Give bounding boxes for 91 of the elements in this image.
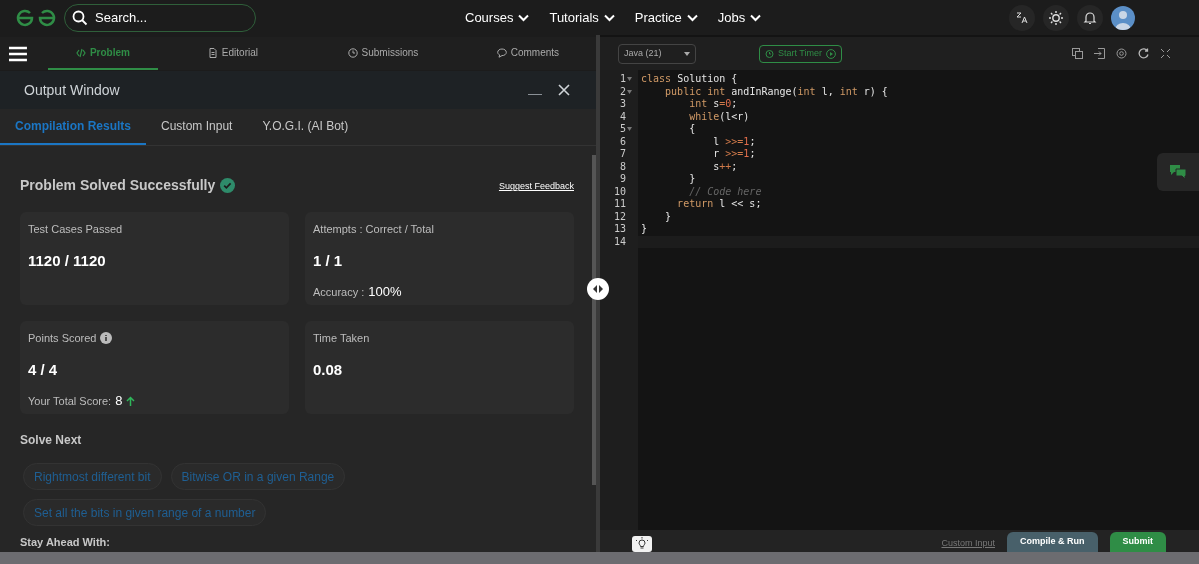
code-line: } [664,211,672,222]
card-sub-value: 100% [368,283,402,301]
code-line: } [641,224,648,235]
chevron-down-icon [518,13,530,22]
alarm-icon [765,49,774,58]
fold-icon[interactable] [627,89,632,94]
chevron-down-icon [603,13,615,22]
tab[interactable]: Editorial [157,37,308,70]
start-timer-button[interactable]: Start Timer [759,44,842,63]
submit-button[interactable]: Submit [1109,532,1166,552]
import-icon[interactable] [1094,48,1105,59]
card-sub-label: Your Total Score: [28,393,112,409]
reset-icon[interactable] [1138,48,1149,59]
status-title: Problem Solved Successfully [20,175,216,195]
card-sub-value: 8 [115,392,123,410]
line-number: 9 [619,174,626,185]
code-line: return l << s; [676,199,762,210]
chevron-down-icon [750,13,762,22]
line-number: 14 [613,236,626,247]
caret-icon [684,51,690,56]
avatar[interactable] [1111,5,1135,30]
fullscreen-icon[interactable] [1160,48,1171,59]
fold-icon[interactable] [627,127,632,132]
code-line: public int andInRange(int l, int r) { [664,86,888,97]
line-number: 8 [619,161,626,172]
card-value: 4 / 4 [28,359,59,380]
copy-icon[interactable] [1072,48,1083,59]
theme-icon[interactable] [1043,4,1069,31]
code-line: } [688,174,696,185]
card-sub-label: Accuracy : [313,284,365,300]
card-value: 1 / 1 [313,250,344,271]
tab[interactable]: Comments [457,37,596,70]
tab[interactable]: Custom Input [146,109,248,145]
line-number: 6 [619,136,626,147]
code-line: s++; [712,161,738,172]
bell-icon[interactable] [1077,4,1103,31]
logo-icon[interactable] [16,8,56,27]
code-line: int s=0; [688,99,738,110]
code-line: class Solution { [641,74,738,85]
code-line: l >>=1; [712,136,756,147]
settings-icon[interactable] [1116,48,1127,59]
nav-menu[interactable]: Jobs [717,7,762,28]
line-number: 4 [619,111,626,122]
card-label: Time Taken [313,331,370,346]
chat-icon [496,47,507,58]
nav-menu[interactable]: Courses [465,7,530,28]
nav-menu[interactable]: Tutorials [549,7,615,28]
tab[interactable]: Submissions [307,37,458,70]
scrollbar[interactable] [0,552,1199,564]
line-number: 1 [619,74,626,85]
card-label: Points Scored [28,331,97,346]
chevron-down-icon [686,13,698,22]
line-number: 13 [613,224,626,235]
fold-icon[interactable] [627,77,632,82]
code-line: { [688,124,696,135]
language-select[interactable]: Java (21) [618,43,696,64]
line-number: 3 [619,99,626,110]
play-icon [826,48,836,59]
card-label: Test Cases Passed [28,222,123,237]
search-field[interactable]: Search... [64,3,256,32]
code-icon [75,47,86,58]
code-line: r >>=1; [712,149,756,160]
line-number: 10 [613,186,626,197]
code-line: while(l<r) [688,111,750,122]
lightbulb-icon[interactable] [632,536,652,552]
card-value: 1120 / 1120 [28,250,107,271]
chat-icon [1169,164,1187,180]
compile-run-button[interactable]: Compile & Run [1007,532,1098,552]
section-title: Solve Next [20,432,83,449]
line-number: 11 [613,199,626,210]
line-number: 2 [619,86,626,97]
suggest-feedback-link[interactable]: Suggest Feedback [498,180,574,194]
card-value: 0.08 [313,359,344,380]
line-number: 5 [619,124,626,135]
menu-icon[interactable] [9,45,27,62]
search-icon [72,9,88,26]
code-line: // Code here [688,186,762,197]
line-number: 12 [613,211,626,222]
card-label: Attempts : Correct / Total [313,222,434,237]
document-icon [207,47,218,58]
close-icon[interactable] [558,84,570,96]
custom-input-link[interactable]: Custom Input [941,536,995,550]
tab[interactable]: Y.O.G.I. (AI Bot) [247,109,364,145]
clock-icon [347,47,358,58]
nav-menu[interactable]: Practice [634,7,698,28]
translate-icon[interactable] [1009,4,1035,31]
section-title: Stay Ahead With: [20,535,111,550]
line-number: 7 [619,149,626,160]
check-icon [220,177,236,193]
chat-button[interactable] [1157,153,1199,191]
window-title: Output Window [24,80,120,100]
